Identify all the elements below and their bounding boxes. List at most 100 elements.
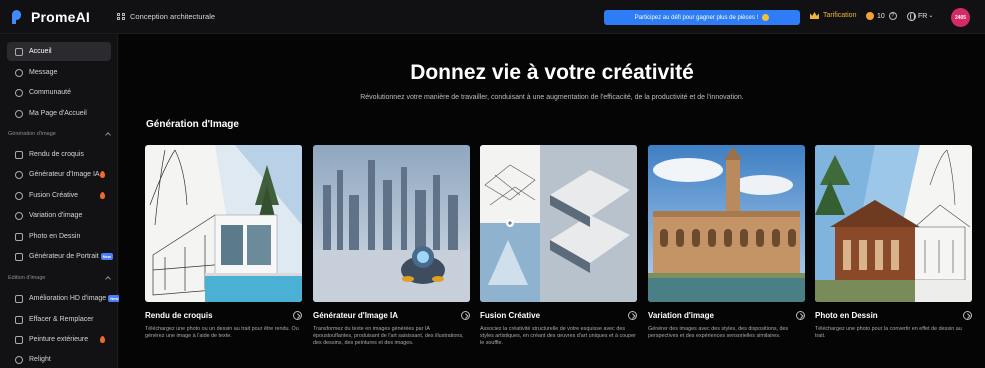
card-title: Rendu de croquis bbox=[145, 310, 213, 320]
sidebar-item-ma-page[interactable]: Ma Page d'Accueil bbox=[7, 104, 111, 123]
sketch-render-icon bbox=[15, 150, 23, 159]
card-thumbnail[interactable] bbox=[480, 145, 637, 302]
sidebar-item-label: Amélioration HD d'image bbox=[29, 295, 107, 302]
card-description: Associez la créativité structurelle de v… bbox=[480, 326, 636, 347]
fusion-icon bbox=[15, 191, 23, 200]
sidebar-item-label: Relight bbox=[29, 356, 51, 363]
card-description: Téléchargez une photo ou un dessin au tr… bbox=[145, 326, 299, 340]
sidebar-item-fusion-creative[interactable]: Fusion Créative bbox=[7, 186, 111, 205]
sidebar-item-label: Photo en Dessin bbox=[29, 233, 81, 240]
new-badge: New bbox=[100, 253, 113, 260]
arrow-right-circle-icon[interactable] bbox=[293, 310, 302, 320]
card-description: Téléchargez une photo pour la convertir … bbox=[815, 326, 962, 340]
home-icon bbox=[15, 47, 23, 56]
app-name: Conception architecturale bbox=[130, 12, 216, 21]
hd-icon bbox=[15, 294, 23, 303]
hero-subtitle: Révolutionnez votre manière de travaille… bbox=[360, 94, 744, 101]
smile-emoji-icon bbox=[762, 14, 770, 21]
app-switcher[interactable]: Conception architecturale bbox=[117, 12, 215, 21]
pricing-link[interactable]: Tarification bbox=[810, 12, 856, 19]
pricing-label: Tarification bbox=[823, 12, 857, 19]
globe-icon bbox=[907, 12, 916, 21]
bell-icon bbox=[15, 68, 23, 77]
sidebar-item-label: Accueil bbox=[29, 48, 52, 55]
card-title: Variation d'image bbox=[648, 310, 714, 320]
promo-text: Participez au défi pour gagner plus de p… bbox=[634, 14, 759, 21]
chevron-down-icon: ⌄ bbox=[928, 12, 934, 19]
card-variation-image[interactable]: Variation d'image Générer des images ave… bbox=[648, 145, 805, 340]
outpaint-icon bbox=[15, 335, 23, 344]
main-content: Donnez vie à votre créativité Révolution… bbox=[119, 34, 985, 368]
sidebar-item-effacer[interactable]: Effacer & Remplacer bbox=[7, 310, 111, 329]
sidebar-item-label: Peinture extérieure bbox=[29, 336, 89, 343]
card-description: Transformez du texte en images générées … bbox=[313, 326, 464, 347]
help-icon[interactable]: ? bbox=[888, 12, 897, 20]
sidebar-item-label: Générateur de Portrait bbox=[29, 253, 99, 260]
erase-icon bbox=[15, 315, 23, 324]
chevron-up-icon bbox=[105, 276, 111, 282]
card-rendu-croquis[interactable]: Rendu de croquis Téléchargez une photo o… bbox=[145, 145, 302, 340]
sidebar-item-label: Effacer & Remplacer bbox=[29, 316, 94, 323]
card-thumbnail[interactable] bbox=[815, 145, 972, 302]
card-thumbnail[interactable] bbox=[313, 145, 470, 302]
section-title: Génération d'Image bbox=[146, 119, 239, 130]
user-icon bbox=[15, 109, 23, 118]
relight-icon bbox=[15, 355, 23, 364]
sidebar-item-communaute[interactable]: Communauté bbox=[7, 83, 111, 102]
fire-icon bbox=[100, 192, 105, 199]
sidebar-item-portrait[interactable]: Générateur de Portrait New bbox=[7, 247, 113, 266]
top-bar: PromeAI Conception architecturale Partic… bbox=[0, 0, 985, 34]
sidebar-item-label: Fusion Créative bbox=[29, 192, 79, 199]
language-code: FR bbox=[918, 13, 928, 20]
avatar[interactable]: 2405 bbox=[951, 8, 970, 27]
sidebar-item-accueil[interactable]: Accueil bbox=[7, 42, 111, 61]
promeai-logo-icon bbox=[10, 9, 26, 25]
card-description: Générer des images avec des styles, des … bbox=[648, 326, 789, 340]
fire-icon bbox=[100, 336, 105, 343]
arrow-right-circle-icon[interactable] bbox=[628, 310, 637, 320]
sidebar-item-relight[interactable]: Relight bbox=[7, 350, 111, 368]
language-selector[interactable]: FR ⌄ bbox=[907, 12, 933, 21]
fire-icon bbox=[100, 171, 105, 178]
sidebar-item-variation[interactable]: Variation d'image bbox=[7, 206, 111, 225]
sidebar-item-generateur-image[interactable]: Générateur d'Image IA bbox=[7, 165, 111, 184]
card-thumbnail[interactable] bbox=[648, 145, 805, 302]
card-fusion-creative[interactable]: Fusion Créative Associez la créativité s… bbox=[480, 145, 637, 348]
chevron-up-icon bbox=[105, 132, 111, 138]
arrow-right-circle-icon[interactable] bbox=[461, 310, 470, 320]
card-photo-dessin[interactable]: Photo en Dessin Téléchargez une photo po… bbox=[815, 145, 972, 340]
variation-icon bbox=[15, 211, 23, 220]
card-thumbnail[interactable] bbox=[145, 145, 302, 302]
card-generateur-image-ia[interactable]: Générateur d'Image IA Transformez du tex… bbox=[313, 145, 470, 348]
logo-text: PromeAI bbox=[31, 8, 90, 25]
sidebar-item-label: Variation d'image bbox=[29, 212, 83, 219]
promo-banner-button[interactable]: Participez au défi pour gagner plus de p… bbox=[604, 10, 800, 25]
sidebar-item-peinture[interactable]: Peinture extérieure bbox=[7, 330, 111, 349]
card-title: Générateur d'Image IA bbox=[313, 310, 399, 320]
card-title: Fusion Créative bbox=[480, 310, 541, 320]
coin-icon bbox=[866, 12, 874, 20]
card-title: Photo en Dessin bbox=[815, 310, 878, 320]
community-icon bbox=[15, 88, 23, 97]
arrow-right-circle-icon[interactable] bbox=[963, 310, 972, 320]
arrow-right-circle-icon[interactable] bbox=[796, 310, 805, 320]
sidebar-item-label: Communauté bbox=[29, 89, 72, 96]
photo-to-drawing-icon bbox=[15, 232, 23, 241]
portrait-icon bbox=[15, 252, 23, 261]
sidebar-item-rendu-croquis[interactable]: Rendu de croquis bbox=[7, 145, 111, 164]
grid-icon bbox=[117, 12, 125, 21]
sidebar-item-label: Générateur d'Image IA bbox=[29, 171, 100, 178]
sidebar-section-edition[interactable]: Edition d'image bbox=[8, 275, 111, 282]
sidebar-item-label: Message bbox=[29, 69, 58, 76]
logo[interactable]: PromeAI bbox=[10, 9, 105, 25]
hero-title: Donnez vie à votre créativité bbox=[410, 61, 694, 84]
sidebar-item-message[interactable]: Message bbox=[7, 63, 111, 82]
sidebar-item-hd[interactable]: Amélioration HD d'image New bbox=[7, 289, 121, 308]
coin-balance[interactable]: 10 ? bbox=[866, 12, 897, 20]
sidebar-item-photo-dessin[interactable]: Photo en Dessin bbox=[7, 227, 111, 246]
sidebar-item-label: Rendu de croquis bbox=[29, 151, 84, 158]
sidebar-item-label: Ma Page d'Accueil bbox=[29, 110, 87, 117]
crown-icon bbox=[810, 12, 819, 19]
sidebar-section-generation[interactable]: Génération d'image bbox=[8, 131, 111, 138]
image-generator-icon bbox=[15, 170, 23, 179]
